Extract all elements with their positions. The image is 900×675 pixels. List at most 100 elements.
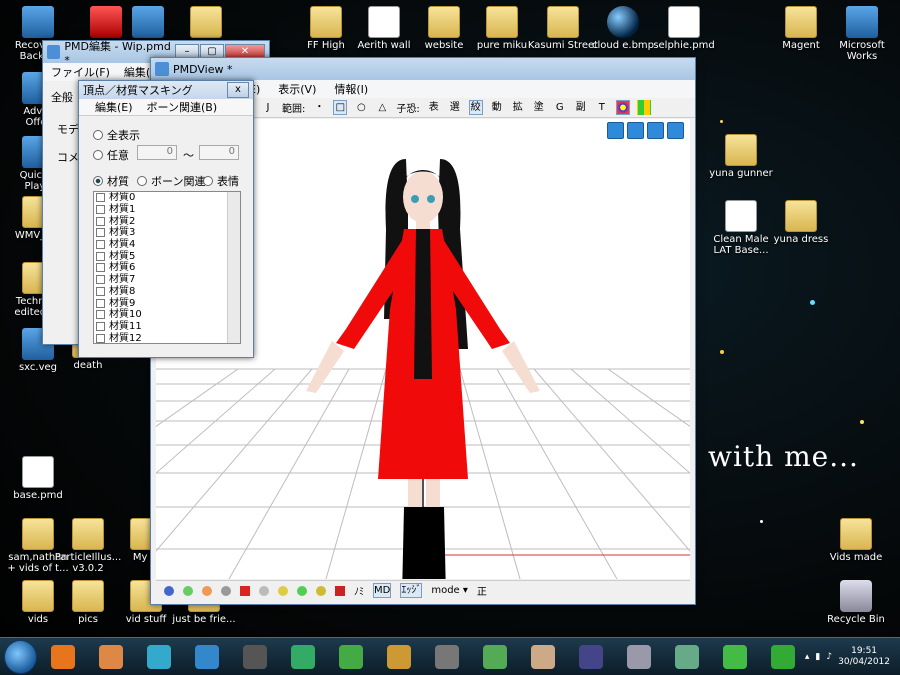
radio-bone-circle[interactable]	[137, 176, 147, 186]
bottombar-mi[interactable]: ﾉﾐ	[354, 583, 364, 598]
mode-t-button[interactable]: T	[595, 100, 609, 115]
material-item[interactable]: 材質12	[94, 332, 240, 343]
radio-any[interactable]: 任意	[93, 147, 129, 163]
taskbar-app-media[interactable]	[89, 640, 133, 674]
taskbar-app-armor[interactable]	[425, 640, 469, 674]
range-from-input[interactable]: 0	[137, 145, 177, 160]
material-checkbox[interactable]	[96, 286, 105, 296]
desktop-icon[interactable]: Recycle Bin	[820, 580, 892, 625]
material-checkbox[interactable]	[96, 275, 105, 285]
radio-morph-circle[interactable]	[203, 176, 213, 186]
range-circle-button[interactable]: ○	[354, 100, 368, 115]
ball-icon[interactable]	[316, 585, 326, 596]
mode-narrow-button[interactable]: 絞	[468, 100, 483, 115]
start-button[interactable]	[4, 639, 37, 674]
taskbar-app-battle[interactable]	[473, 640, 517, 674]
material-checkbox[interactable]	[96, 228, 105, 238]
wire-icon[interactable]	[259, 585, 269, 596]
taskbar-app-wow[interactable]	[377, 640, 421, 674]
material-checkbox[interactable]	[96, 193, 105, 203]
desktop-icon[interactable]: Microsoft Works	[826, 6, 898, 62]
radio-material-circle[interactable]	[93, 176, 103, 186]
material-item[interactable]: 材質4	[94, 239, 240, 251]
material-checkbox[interactable]	[96, 298, 105, 308]
material-checkbox[interactable]	[96, 205, 105, 215]
bone-icon[interactable]	[221, 585, 231, 596]
grid-icon[interactable]	[636, 100, 651, 115]
clock[interactable]: 19:51 30/04/2012	[838, 646, 890, 668]
move-xz-control[interactable]	[627, 122, 644, 139]
material-item[interactable]: 材質10	[94, 309, 240, 321]
triangle-icon[interactable]	[240, 585, 250, 596]
taskbar-app-sims[interactable]	[281, 640, 325, 674]
mode-display-button[interactable]: 表	[427, 100, 441, 115]
mode-sub-button[interactable]: 副	[574, 100, 588, 115]
move-xy-control[interactable]	[607, 122, 624, 139]
mode-select-button[interactable]: 選	[448, 100, 462, 115]
radio-show-all-circle[interactable]	[93, 130, 103, 140]
radio-bone[interactable]: ボーン関連	[137, 173, 205, 189]
taskbar-app-firefox[interactable]	[41, 640, 85, 674]
taskbar-app-people[interactable]	[233, 640, 277, 674]
material-checkbox[interactable]	[96, 310, 105, 320]
tray-arrow-icon[interactable]: ▴	[805, 652, 810, 662]
material-checkbox[interactable]	[96, 251, 105, 261]
bottombar-md[interactable]: MD	[373, 583, 392, 598]
mode-dropdown[interactable]: mode ▾	[431, 585, 468, 596]
range-to-input[interactable]: 0	[199, 145, 239, 160]
network-icon[interactable]: ▮	[815, 652, 820, 662]
desktop-icon[interactable]: yuna dress	[765, 200, 837, 245]
volume-icon[interactable]: ♪	[826, 652, 832, 662]
menu-info[interactable]: 情報(I)	[334, 81, 368, 97]
material-item[interactable]: 材質9	[94, 297, 240, 309]
mode-scale-button[interactable]: 拡	[511, 100, 525, 115]
bottombar-edge[interactable]: ｴｯｼﾞ	[400, 583, 423, 598]
radio-any-circle[interactable]	[93, 150, 103, 160]
radio-show-all[interactable]: 全表示	[93, 127, 140, 143]
material-checkbox[interactable]	[96, 240, 105, 250]
bottombar-front[interactable]: 正	[477, 583, 487, 598]
pmdview-titlebar[interactable]: PMDView *	[151, 58, 695, 80]
material-item[interactable]: 材質8	[94, 286, 240, 298]
material-checkbox[interactable]	[96, 321, 105, 331]
rotate-control[interactable]	[667, 122, 684, 139]
view-icon[interactable]	[164, 585, 174, 596]
mode-move-button[interactable]: 動	[490, 100, 504, 115]
taskbar-app-hand[interactable]	[713, 640, 757, 674]
edge-toggle-icon[interactable]	[297, 585, 307, 596]
shade-icon[interactable]	[278, 585, 288, 596]
taskbar-app-pixel[interactable]	[569, 640, 613, 674]
material-item[interactable]: 材質7	[94, 274, 240, 286]
mode-g-button[interactable]: G	[553, 100, 567, 115]
range-rect-button[interactable]: □	[333, 100, 348, 115]
material-checkbox[interactable]	[96, 216, 105, 226]
range-triangle-button[interactable]: △	[375, 100, 389, 115]
light-icon[interactable]	[183, 585, 193, 596]
radio-material[interactable]: 材質	[93, 173, 129, 189]
taskbar-app-shirt[interactable]	[185, 640, 229, 674]
toolbar-j-button[interactable]: J	[261, 100, 275, 115]
masking-titlebar[interactable]: 頂点／材質マスキング x	[79, 81, 253, 99]
material-item[interactable]: 材質6	[94, 262, 240, 274]
tab-general[interactable]: 全般	[51, 89, 73, 105]
material-item[interactable]: 材質0	[94, 192, 240, 204]
taskbar-app-screen[interactable]	[617, 640, 661, 674]
close-button[interactable]: x	[227, 82, 249, 98]
menu-view[interactable]: 表示(V)	[278, 81, 316, 97]
color-icon[interactable]	[335, 585, 345, 596]
desktop-icon[interactable]: Vids made	[820, 518, 892, 563]
material-item[interactable]: 材質2	[94, 215, 240, 227]
taskbar-app-utorrent[interactable]	[761, 640, 805, 674]
desktop-icon[interactable]: yuna gunner	[705, 134, 777, 179]
taskbar-app-miku[interactable]	[137, 640, 181, 674]
desktop-icon[interactable]: selphie.pmd	[648, 6, 720, 51]
taskbar-app-paint[interactable]	[665, 640, 709, 674]
texture-icon[interactable]	[202, 585, 212, 596]
zoom-control[interactable]	[647, 122, 664, 139]
menu-file[interactable]: ファイル(F)	[51, 64, 110, 80]
range-point-button[interactable]: ・	[312, 100, 326, 115]
material-checkbox[interactable]	[96, 263, 105, 273]
desktop-icon[interactable]: base.pmd	[2, 456, 74, 501]
taskbar-app-sims2[interactable]	[329, 640, 373, 674]
material-list[interactable]: 材質0 材質1 材質2 材質3 材質4 材質5 材質6 材質7 材質8 材質9 材質10 材質11 材質…	[93, 191, 241, 344]
